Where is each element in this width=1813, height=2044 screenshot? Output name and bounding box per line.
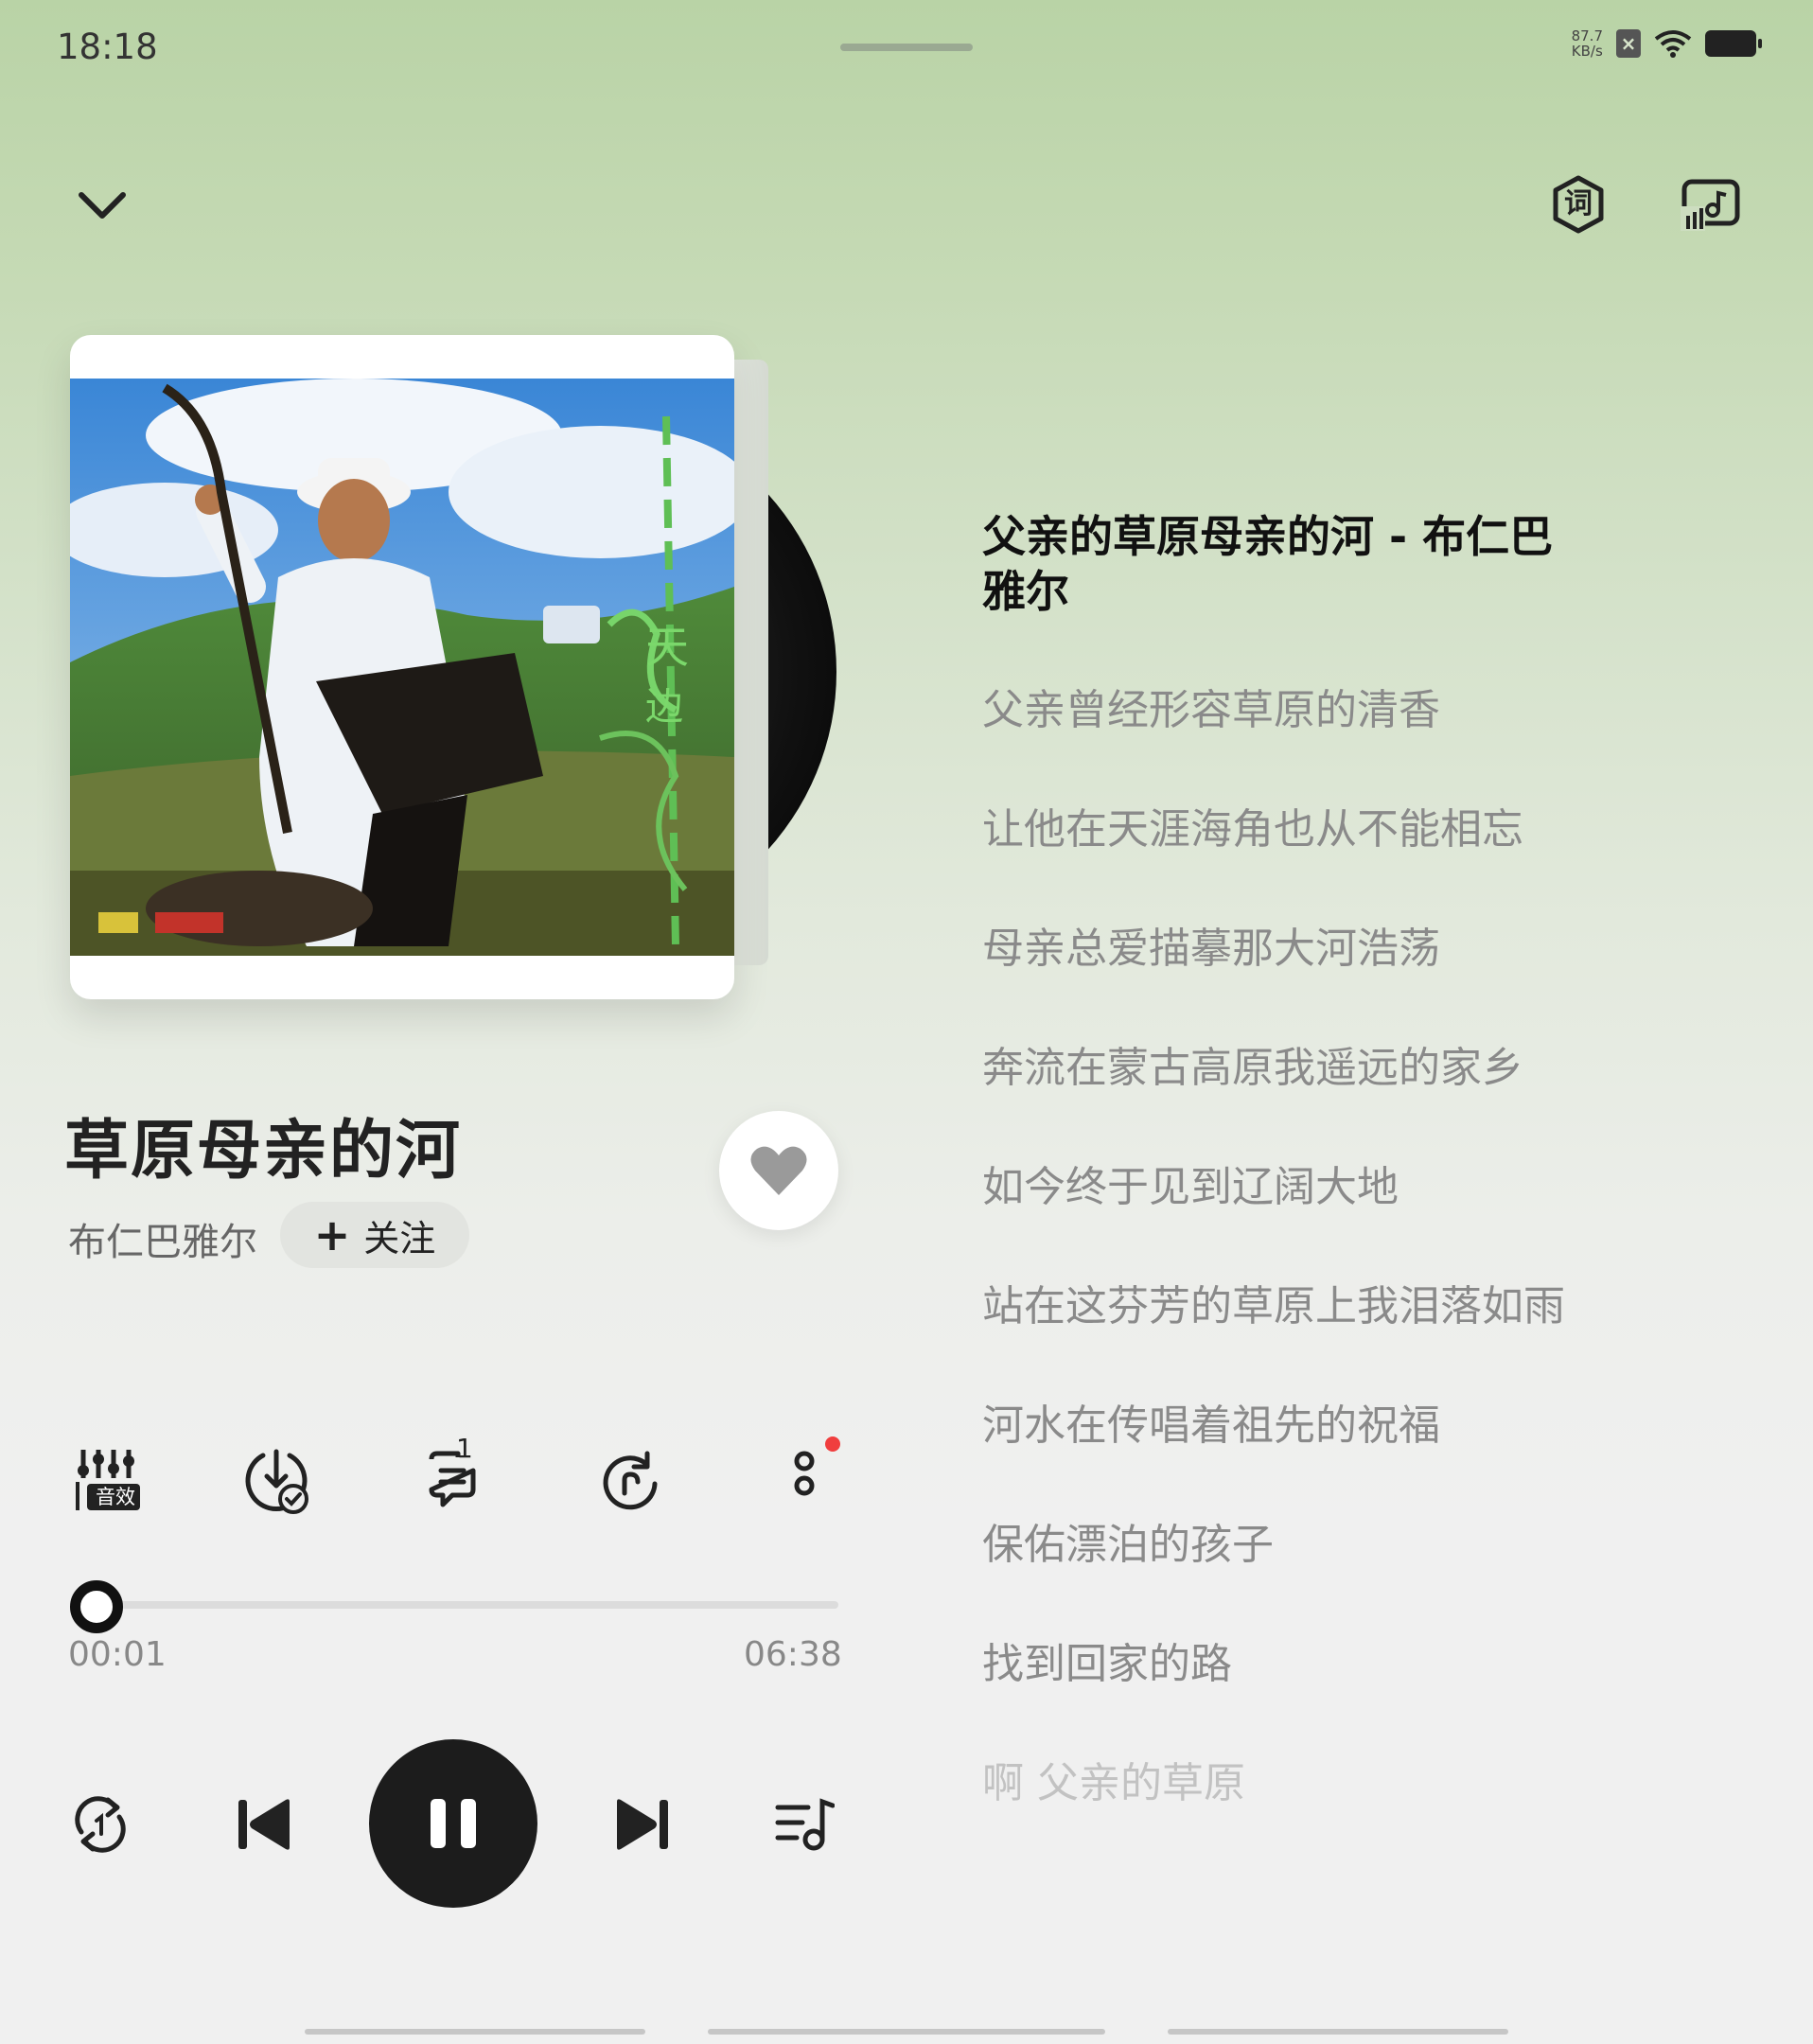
battery-icon [1705,30,1762,57]
artist-name[interactable]: 布仁巴雅尔 [68,1211,257,1266]
lyric-line[interactable]: 父亲曾经形容草原的清香 [982,683,1588,738]
lyric-line-faded[interactable]: 啊 父亲的草原 [982,1756,1588,1811]
wifi-icon [1654,30,1692,58]
previous-track-icon[interactable] [237,1798,293,1851]
progress-knob[interactable] [70,1580,124,1633]
playlist-icon[interactable] [774,1796,835,1853]
heart-icon [750,1146,807,1195]
next-track-icon[interactable] [613,1798,670,1851]
progress-track[interactable] [72,1601,838,1609]
notification-dot [825,1436,840,1452]
more-dots-icon[interactable] [772,1446,840,1514]
pause-icon [431,1799,476,1848]
sound-effects-button[interactable]: 音效 [74,1446,142,1514]
repeat-one-icon[interactable] [68,1794,132,1855]
taskbar-indicator-center[interactable] [708,2029,1105,2035]
lyric-line[interactable]: 站在这芬芳的草原上我泪落如雨 [982,1279,1588,1334]
svg-text:边: 边 [645,685,683,729]
comments-button[interactable]: 1 [420,1433,488,1514]
song-title: 草原母亲的河 [64,1114,463,1189]
comment-count: 1 [456,1433,473,1464]
sleeve-edge [729,360,768,965]
chevron-down-icon[interactable] [76,180,129,233]
taskbar-indicator-right[interactable] [1168,2029,1508,2035]
window-handle[interactable] [840,44,973,51]
no-sim-icon: × [1616,29,1641,58]
lyrics-mode-button[interactable]: 词 [1548,174,1609,235]
album-cover[interactable]: 天 边 [70,335,734,999]
lyric-line[interactable]: 找到回家的路 [982,1637,1588,1692]
album-art: 天 边 [70,379,734,956]
total-time: 06:38 [744,1635,842,1674]
lyric-line-active[interactable]: 父亲的草原母亲的河 - 布仁巴雅尔 [982,509,1588,619]
like-button[interactable] [719,1111,838,1230]
plus-icon: + [313,1209,351,1260]
replay-icon[interactable] [596,1446,664,1514]
pause-button[interactable] [369,1739,537,1908]
lyric-line[interactable]: 河水在传唱着祖先的祝福 [982,1399,1588,1454]
net-speed: 87.7 KB/s [1571,27,1603,60]
lyric-line[interactable]: 让他在天涯海角也从不能相忘 [982,802,1588,857]
comment-icon [429,1451,476,1507]
lyric-line[interactable]: 母亲总爱描摹那大河浩荡 [982,922,1588,977]
status-time: 18:18 [57,26,158,67]
svg-text:天: 天 [645,622,689,673]
lyric-line[interactable]: 如今终于见到辽阔大地 [982,1160,1588,1215]
sound-effects-label: 音效 [96,1486,135,1508]
lyric-line[interactable]: 保佑漂泊的孩子 [982,1518,1588,1573]
taskbar-indicator-left[interactable] [305,2029,645,2035]
current-time: 00:01 [68,1635,167,1674]
cast-music-icon[interactable] [1681,176,1741,233]
lyric-line[interactable]: 奔流在蒙古高原我遥远的家乡 [982,1041,1588,1096]
follow-label: 关注 [363,1217,436,1260]
follow-button[interactable]: + 关注 [280,1202,469,1268]
download-icon[interactable] [242,1446,310,1514]
status-icons: 87.7 KB/s × [1571,27,1762,60]
lyrics-panel[interactable]: 父亲的草原母亲的河 - 布仁巴雅尔 父亲曾经形容草原的清香 让他在天涯海角也从不… [982,509,1588,1876]
